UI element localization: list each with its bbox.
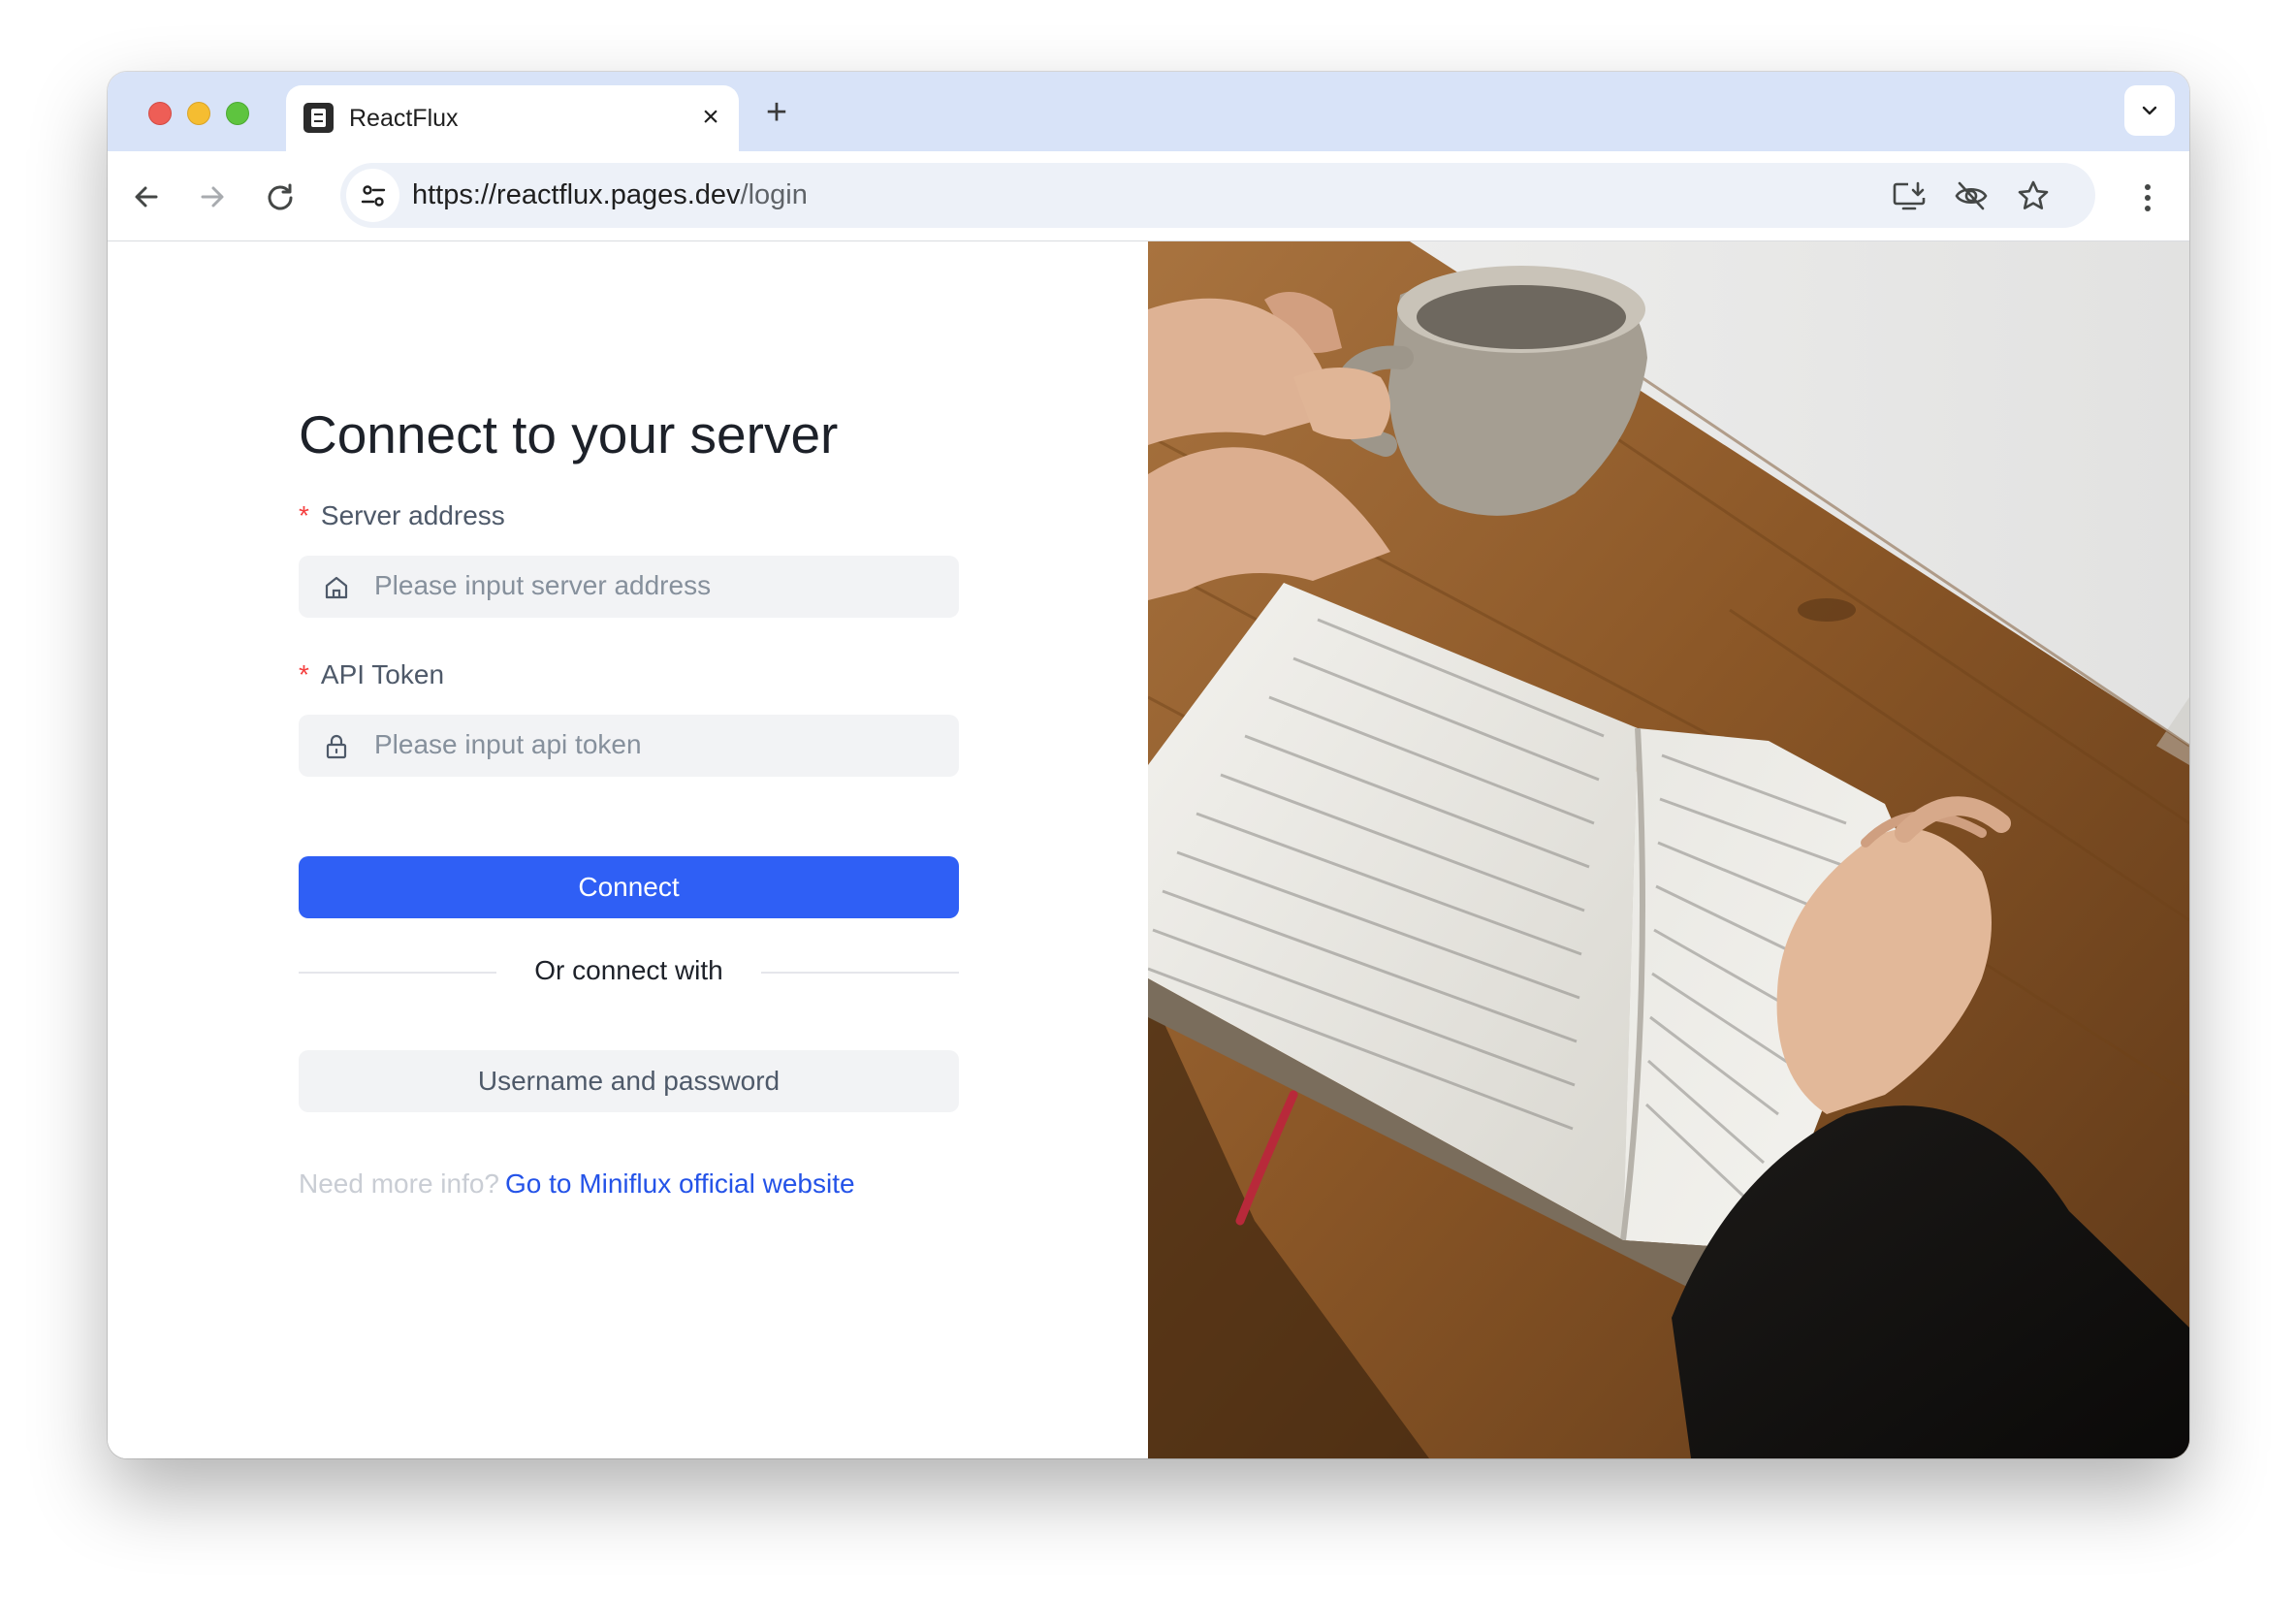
back-button[interactable] — [127, 177, 166, 216]
connect-button[interactable]: Connect — [299, 856, 959, 918]
maximize-window-button[interactable] — [226, 102, 249, 125]
reload-button[interactable] — [261, 177, 300, 216]
address-bar[interactable]: https://reactflux.pages.dev/login — [340, 163, 2095, 228]
footer-info: Need more info? Go to Miniflux official w… — [299, 1168, 855, 1200]
divider-line-right — [761, 972, 959, 974]
url-path: /login — [740, 179, 808, 210]
miniflux-website-link[interactable]: Go to Miniflux official website — [505, 1168, 855, 1199]
api-token-input[interactable]: Please input api token — [299, 715, 959, 777]
eye-off-icon — [1955, 181, 1988, 210]
required-mark: * — [299, 500, 309, 530]
install-app-button[interactable] — [1892, 178, 1927, 213]
chevron-down-icon — [2142, 106, 2157, 115]
browser-toolbar: https://reactflux.pages.dev/login — [108, 151, 2189, 241]
api-token-label-text: API Token — [320, 659, 445, 689]
server-address-placeholder: Please input server address — [374, 570, 712, 600]
login-panel: Connect to your server * Server address P… — [108, 241, 1148, 1458]
or-divider: Or connect with — [299, 953, 959, 992]
coffee-and-book-photo — [1148, 241, 2189, 1458]
required-mark: * — [299, 659, 309, 689]
page-title: Connect to your server — [299, 404, 839, 464]
browser-window: ReactFlux × + https://reactflux.pages.de… — [108, 72, 2189, 1458]
tracking-protection-button[interactable] — [1954, 178, 1989, 213]
username-password-button[interactable]: Username and password — [299, 1050, 959, 1112]
server-address-input[interactable]: Please input server address — [299, 556, 959, 618]
bookmark-button[interactable] — [2016, 178, 2051, 213]
url-host: https://reactflux.pages.dev — [412, 179, 741, 210]
tab-search-button[interactable] — [2124, 85, 2175, 136]
server-address-label: * Server address — [299, 500, 505, 531]
footer-prompt: Need more info? — [299, 1168, 500, 1199]
divider-text: Or connect with — [534, 955, 723, 985]
tune-icon — [361, 185, 386, 207]
tab-strip: ReactFlux × + — [108, 72, 2189, 151]
site-settings-button[interactable] — [346, 169, 399, 222]
api-token-placeholder: Please input api token — [374, 729, 642, 759]
install-desktop-icon — [1893, 181, 1926, 210]
api-token-label: * API Token — [299, 659, 444, 690]
arrow-right-icon — [201, 186, 224, 208]
forward-button[interactable] — [193, 177, 232, 216]
more-vertical-icon — [2145, 184, 2151, 211]
close-tab-icon[interactable]: × — [694, 101, 727, 134]
server-address-label-text: Server address — [320, 500, 505, 530]
tab-title: ReactFlux — [349, 105, 459, 132]
browser-menu-button[interactable] — [2128, 178, 2167, 217]
page-content: Connect to your server * Server address P… — [108, 241, 2189, 1458]
close-window-button[interactable] — [148, 102, 172, 125]
lock-icon — [324, 734, 349, 759]
tab-reactflux[interactable]: ReactFlux × — [286, 85, 739, 151]
reactflux-favicon-icon — [303, 103, 334, 133]
url-text[interactable]: https://reactflux.pages.dev/login — [412, 179, 808, 211]
reload-icon — [268, 183, 293, 210]
hero-image — [1148, 241, 2189, 1458]
star-icon — [2018, 180, 2049, 209]
minimize-window-button[interactable] — [187, 102, 210, 125]
new-tab-plus-icon[interactable]: + — [757, 94, 796, 133]
home-icon — [324, 575, 349, 600]
arrow-left-icon — [135, 186, 158, 208]
